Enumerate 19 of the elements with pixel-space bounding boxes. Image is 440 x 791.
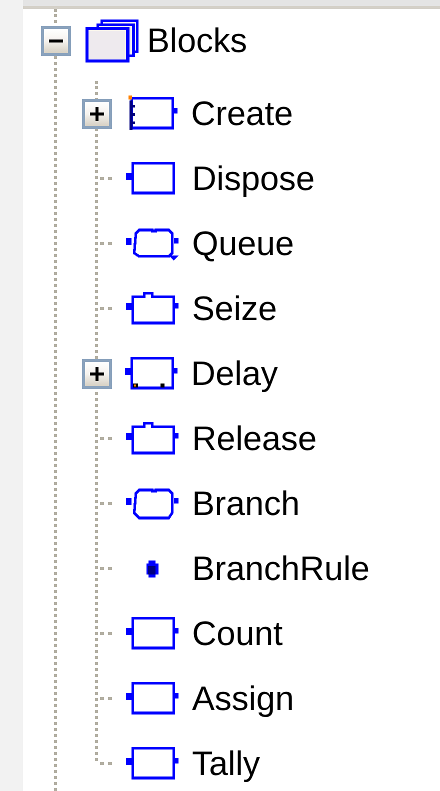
folder-icon [85,19,141,63]
tree-item[interactable]: BranchRule [192,552,370,586]
tree-item[interactable]: Delay [191,356,278,390]
tree-item[interactable]: Create [191,96,294,130]
plus-icon [90,106,104,120]
tree-item[interactable]: Queue [192,226,294,260]
tree-item[interactable]: Count [192,616,283,650]
expand-button[interactable] [82,98,112,128]
collapse-button[interactable] [41,26,71,56]
plus-icon [90,366,104,380]
tree-item[interactable]: Release [192,422,317,456]
tree-item[interactable]: Seize [192,292,278,326]
expand-button[interactable] [82,358,112,388]
tree-item[interactable]: Blocks [147,24,248,58]
tree-item[interactable]: Dispose [192,162,315,196]
tree-item[interactable]: Assign [192,682,294,716]
tree-item[interactable]: Branch [192,486,300,520]
tree-item[interactable]: Tally [192,746,260,780]
blob-icon [145,560,160,578]
